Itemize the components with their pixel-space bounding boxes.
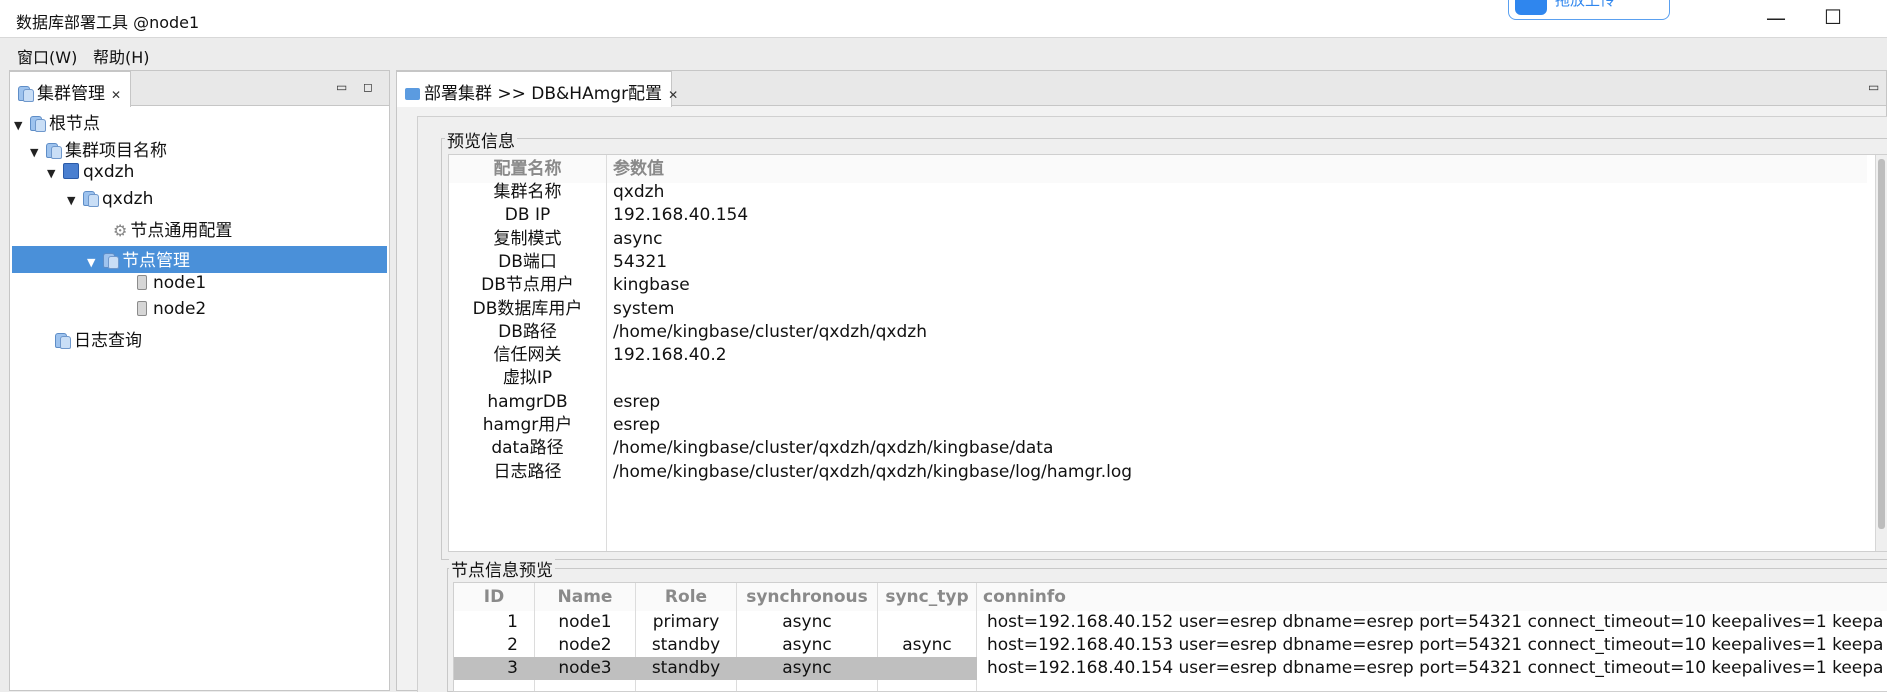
tree-node-general-config[interactable]: ⚙ 节点通用配置 — [113, 216, 232, 243]
db-icon — [30, 115, 46, 132]
scrollbar-thumb[interactable] — [1878, 159, 1885, 529]
db-icon — [103, 252, 119, 269]
tree-node-label: qxdzh — [83, 162, 135, 182]
tab-label: 集群管理 — [37, 84, 105, 104]
column-header-id[interactable]: ID — [454, 583, 534, 611]
gear-icon: ⚙ — [113, 221, 128, 240]
role-cell: standby — [651, 658, 721, 678]
tree-node-node-management[interactable]: ▼ 节点管理 — [87, 246, 190, 273]
menu-bar: 窗口(W) 帮助(H) — [0, 39, 1887, 69]
role-cell: primary — [652, 612, 720, 632]
table-row[interactable]: 1 node1 primary async host=192.168.40.152 us… — [454, 611, 1887, 634]
synchronous-cell: async — [782, 612, 832, 632]
tree-node-qxdzh[interactable]: ▼ qxdzh — [47, 162, 134, 189]
tree-selection-highlight — [12, 246, 387, 273]
editor-panel: 部署集群 >> DB&HAmgr配置 ✕ ▭ 预览信息 配置名称 参数值 集群名称… — [396, 70, 1887, 692]
minimize-view-icon[interactable]: ▭ — [1868, 80, 1879, 94]
close-icon[interactable]: ✕ — [111, 88, 121, 102]
folder-icon — [405, 88, 420, 100]
config-name-cell: 日志路径 — [493, 461, 562, 482]
tree-node-qxdzh-sub[interactable]: ▼ qxdzh — [67, 189, 153, 216]
tree-node-label: 节点管理 — [122, 251, 190, 271]
expand-arrow-icon[interactable]: ▼ — [87, 256, 103, 269]
tree-node-log-query[interactable]: 日志查询 — [55, 326, 142, 353]
id-cell: 2 — [507, 635, 518, 655]
minimize-view-icon[interactable]: ▭ — [336, 80, 347, 94]
tree-node-label: 日志查询 — [74, 331, 142, 351]
upload-logo-icon — [1515, 0, 1547, 15]
preview-group-label: 预览信息 — [445, 127, 517, 152]
config-value-cell: /home/kingbase/cluster/qxdzh/qxdzh/kingb… — [613, 461, 1133, 482]
expand-arrow-icon[interactable]: ▼ — [30, 146, 46, 159]
db-icon — [46, 142, 62, 159]
tree-node-label: qxdzh — [102, 189, 154, 209]
expand-arrow-icon[interactable]: ▼ — [67, 194, 83, 207]
column-header-sync-type[interactable]: sync_typ — [878, 583, 976, 611]
maximize-icon[interactable]: ☐ — [1824, 5, 1842, 29]
tree-node-label: 根节点 — [49, 114, 100, 134]
conninfo-cell: host=192.168.40.153 user=esrep dbname=es… — [987, 635, 1884, 655]
id-cell: 1 — [507, 612, 518, 632]
sync-type-cell — [878, 657, 976, 680]
tab-deploy-cluster[interactable]: 部署集群 >> DB&HAmgr配置 ✕ — [396, 71, 678, 107]
tree-node-node2[interactable]: node2 — [137, 299, 206, 326]
server-icon — [137, 301, 147, 316]
db-icon — [55, 332, 71, 349]
table-row[interactable]: 2 node2 standby async async host=192.168.40.1… — [454, 634, 1887, 657]
preview-scrollbar[interactable] — [1875, 155, 1887, 551]
conninfo-cell: host=192.168.40.152 user=esrep dbname=es… — [987, 612, 1884, 632]
server-icon — [137, 275, 147, 290]
sync-type-cell: async — [902, 635, 952, 655]
column-header-name[interactable]: Name — [535, 583, 635, 611]
nodes-table: ID Name Role synchronous sync_typ connin… — [453, 582, 1887, 692]
column-header-synchronous[interactable]: synchronous — [737, 583, 877, 611]
menu-window[interactable]: 窗口(W) — [17, 44, 77, 68]
preview-table: 配置名称 参数值 集群名称 qxdzh DB IP 192.168.40.154 复制模… — [448, 154, 1887, 552]
tree-node-label: 节点通用配置 — [130, 221, 233, 241]
right-tab-row: 部署集群 >> DB&HAmgr配置 ✕ ▭ — [396, 71, 1886, 107]
table-row[interactable]: 3 node3 standby async host=192.168.40.154 us… — [454, 657, 1887, 680]
title-bar: 数据库部署工具 @node1 拖放上传 — ☐ — [0, 0, 1887, 38]
tab-label: 部署集群 >> DB&HAmgr配置 — [424, 84, 663, 104]
upload-badge-label: 拖放上传 — [1555, 0, 1616, 9]
conninfo-cell: host=192.168.40.154 user=esrep dbname=es… — [977, 657, 1887, 680]
maximize-view-icon[interactable]: ◻ — [363, 80, 373, 94]
minimize-icon[interactable]: — — [1766, 6, 1786, 30]
window-title: 数据库部署工具 @node1 — [16, 13, 200, 32]
expand-arrow-icon[interactable]: ▼ — [14, 119, 30, 132]
tab-cluster-management[interactable]: 集群管理 ✕ — [9, 71, 131, 107]
left-tab-row: 集群管理 ✕ ▭ ◻ — [9, 71, 389, 107]
name-cell: node3 — [558, 658, 612, 678]
tree-node-label: node1 — [153, 273, 207, 293]
tree-node-root[interactable]: ▼ 根节点 — [14, 109, 100, 136]
cluster-icon — [18, 85, 34, 102]
table-header-row: ID Name Role synchronous sync_typ connin… — [454, 583, 1887, 611]
synchronous-cell: async — [782, 658, 832, 678]
table-row[interactable]: 日志路径/home/kingbase/cluster/qxdzh/qxdzh/k… — [449, 458, 1887, 486]
role-cell: standby — [651, 635, 721, 655]
id-cell: 3 — [507, 658, 518, 678]
expand-arrow-icon[interactable]: ▼ — [47, 167, 63, 180]
project-icon — [63, 163, 79, 179]
upload-badge[interactable]: 拖放上传 — [1508, 0, 1670, 20]
sync-type-cell — [878, 611, 976, 634]
synchronous-cell: async — [782, 635, 832, 655]
close-icon[interactable]: ✕ — [668, 88, 678, 102]
nodes-group-label: 节点信息预览 — [449, 556, 555, 581]
menu-help[interactable]: 帮助(H) — [93, 44, 150, 68]
tree-node-node1[interactable]: node1 — [137, 273, 206, 300]
db-icon — [83, 190, 99, 207]
tree-node-project[interactable]: ▼ 集群项目名称 — [30, 136, 167, 163]
tree-node-label: node2 — [153, 299, 207, 319]
name-cell: node1 — [558, 612, 612, 632]
column-header-role[interactable]: Role — [636, 583, 736, 611]
name-cell: node2 — [558, 635, 612, 655]
column-header-conninfo[interactable]: conninfo — [977, 583, 1887, 611]
tree-node-label: 集群项目名称 — [65, 141, 167, 161]
cluster-management-panel: 集群管理 ✕ ▭ ◻ ▼ 根节点 ▼ 集群项目名称 ▼ qxdzh ▼ qxdzh ⚙ 节点… — [9, 70, 390, 691]
